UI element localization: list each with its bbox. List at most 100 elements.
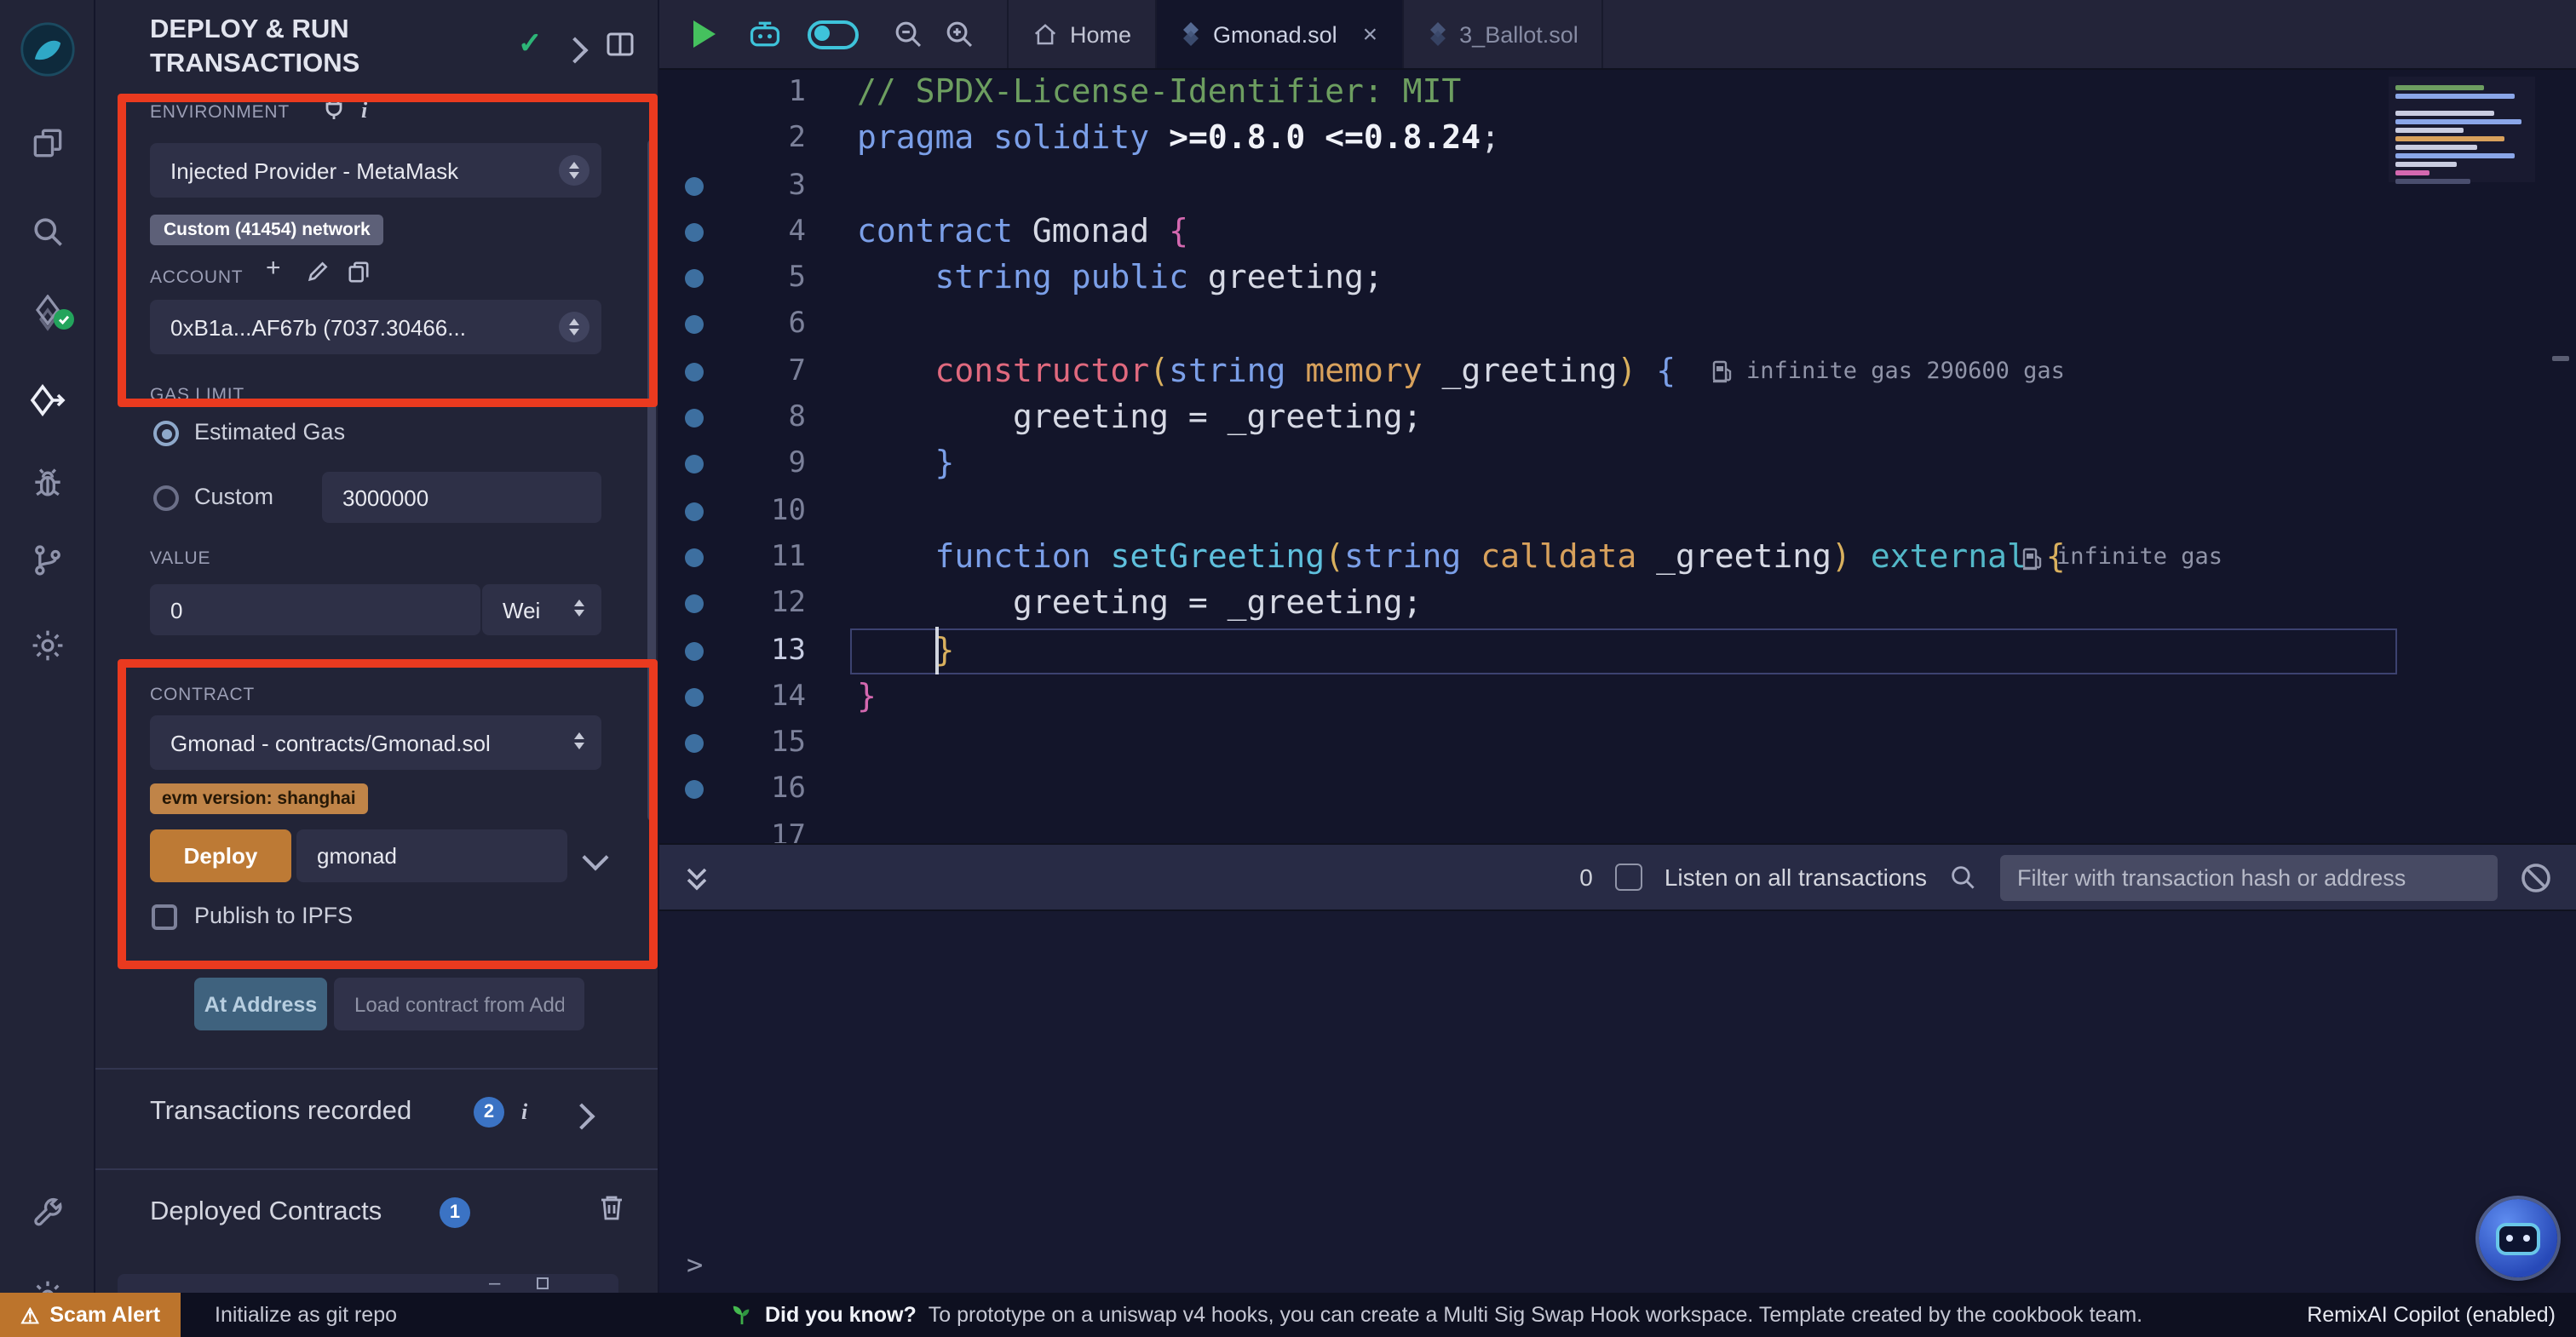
zoom-out-icon[interactable]: [893, 18, 925, 50]
estimated-gas-radio[interactable]: [153, 421, 179, 446]
account-stepper-icon[interactable]: [559, 312, 589, 342]
code-lines: 1// SPDX-License-Identifier: MIT2pragma …: [659, 70, 2576, 843]
panel-scrollbar[interactable]: [647, 140, 656, 821]
gutter-dot-icon: [685, 688, 704, 707]
account-label: ACCOUNT: [150, 267, 243, 288]
listen-all-label: Listen on all transactions: [1665, 864, 1927, 891]
line-number: 7: [721, 349, 806, 396]
file-explorer-icon[interactable]: [0, 124, 94, 162]
build-icon[interactable]: [0, 1194, 94, 1231]
minimize-icon[interactable]: –: [489, 1276, 500, 1291]
transactions-expand-chevron-icon[interactable]: [572, 1104, 591, 1134]
scam-alert-button[interactable]: ⚠ Scam Alert: [0, 1293, 181, 1337]
code-line-3: 3: [659, 163, 2576, 209]
listen-all-checkbox[interactable]: [1615, 864, 1642, 891]
line-number: 1: [721, 70, 806, 117]
code-line-4: 4contract Gmonad {: [659, 209, 2576, 256]
code-text: greeting = _greeting;: [857, 399, 1422, 436]
publish-ipfs-label: Publish to IPFS: [194, 903, 353, 928]
copilot-toggle[interactable]: [808, 20, 859, 49]
tab-gmonad-label: Gmonad.sol: [1213, 21, 1337, 47]
transactions-info-icon[interactable]: i: [521, 1099, 527, 1126]
environment-label: ENVIRONMENT: [150, 102, 290, 123]
publish-ipfs-checkbox[interactable]: [152, 904, 177, 930]
edit-account-icon[interactable]: [307, 261, 329, 291]
expand-icon[interactable]: [537, 1277, 549, 1289]
compile-success-check-icon: [53, 308, 75, 339]
code-line-9: 9 }: [659, 442, 2576, 489]
deploy-expand-chevron-icon[interactable]: [586, 845, 605, 875]
deploy-button[interactable]: Deploy: [150, 829, 291, 882]
value-unit-select[interactable]: Wei: [482, 584, 601, 635]
code-text: function setGreeting(string calldata _gr…: [857, 538, 2066, 576]
init-git-repo-button[interactable]: Initialize as git repo: [215, 1293, 397, 1337]
minimap[interactable]: [2389, 77, 2535, 182]
code-line-2: 2pragma solidity >=0.8.0 <=0.8.24;: [659, 117, 2576, 164]
editor-scrollbar[interactable]: [2552, 356, 2569, 361]
constructor-arg-input[interactable]: [296, 829, 567, 882]
deployed-contract-card-partial[interactable]: –: [118, 1274, 618, 1293]
deploy-and-run-icon[interactable]: [0, 382, 94, 422]
plug-icon[interactable]: [324, 97, 344, 129]
gas-pump-icon: [2022, 546, 2044, 570]
trash-icon[interactable]: [600, 1194, 624, 1230]
plugin-manager-icon[interactable]: [0, 627, 94, 664]
terminal-search-icon[interactable]: [1949, 863, 1978, 892]
terminal-output[interactable]: >: [659, 911, 2576, 1293]
tab-ballot[interactable]: 3_Ballot.sol: [1403, 0, 1604, 68]
home-icon: [1032, 21, 1058, 47]
copilot-status[interactable]: RemixAI Copilot (enabled): [2307, 1293, 2556, 1337]
solidity-file-icon: [1181, 22, 1201, 46]
deployed-count-badge: 1: [440, 1197, 470, 1228]
contract-select[interactable]: Gmonad - contracts/Gmonad.sol: [150, 715, 601, 770]
ai-robot-icon[interactable]: [746, 17, 784, 51]
panel-collapse-chevron-icon[interactable]: [566, 37, 584, 68]
add-account-icon[interactable]: +: [266, 254, 281, 283]
gutter-dot-icon: [685, 734, 704, 753]
gas-estimate-annotation: infinite gas 290600 gas: [1712, 349, 2065, 396]
value-unit-arrows-icon[interactable]: [574, 600, 584, 617]
tab-home-label: Home: [1070, 21, 1131, 47]
code-editor[interactable]: 1// SPDX-License-Identifier: MIT2pragma …: [659, 70, 2576, 843]
search-icon[interactable]: [0, 213, 94, 250]
scam-alert-label: Scam Alert: [49, 1303, 160, 1327]
custom-gas-radio[interactable]: [153, 485, 179, 511]
zoom-in-icon[interactable]: [944, 18, 976, 50]
git-icon[interactable]: [0, 542, 94, 579]
custom-gas-input[interactable]: [322, 472, 601, 523]
environment-info-icon[interactable]: i: [361, 97, 367, 124]
divider: [95, 1168, 658, 1170]
line-number: 9: [721, 442, 806, 489]
remix-logo[interactable]: [0, 20, 94, 78]
value-input[interactable]: [150, 584, 480, 635]
environment-select[interactable]: Injected Provider - MetaMask: [150, 143, 601, 198]
code-text: }: [857, 678, 877, 715]
gutter-dot-icon: [685, 316, 704, 335]
code-line-7: 7 constructor(string memory _greeting) {…: [659, 349, 2576, 396]
contract-arrows-icon[interactable]: [574, 732, 584, 749]
environment-stepper-icon[interactable]: [559, 155, 589, 186]
run-script-icon[interactable]: [693, 20, 716, 48]
solidity-compiler-icon[interactable]: [0, 295, 94, 332]
at-address-input[interactable]: [334, 978, 584, 1030]
transactions-count-badge: 2: [474, 1097, 504, 1128]
debugger-icon[interactable]: [0, 465, 94, 502]
close-tab-icon[interactable]: ×: [1363, 21, 1378, 47]
remixai-assistant-button[interactable]: [2479, 1199, 2557, 1277]
panel-layout-icon[interactable]: [607, 32, 634, 65]
transaction-filter-input[interactable]: [2000, 854, 2498, 900]
terminal-collapse-icon[interactable]: [683, 863, 710, 892]
sprout-icon: [731, 1303, 753, 1327]
tab-home[interactable]: Home: [1007, 0, 1157, 68]
gutter-dot-icon: [685, 595, 704, 614]
clear-console-icon[interactable]: [2520, 861, 2552, 893]
code-line-14: 14}: [659, 674, 2576, 721]
tab-gmonad[interactable]: Gmonad.sol ×: [1157, 0, 1403, 68]
line-number: 16: [721, 767, 806, 814]
account-select[interactable]: 0xB1a...AF67b (7037.30466...: [150, 300, 601, 354]
code-line-16: 16: [659, 767, 2576, 814]
gas-estimate-annotation: infinite gas: [2022, 535, 2222, 582]
code-line-8: 8 greeting = _greeting;: [659, 395, 2576, 442]
at-address-button[interactable]: At Address: [194, 978, 327, 1030]
copy-account-icon[interactable]: [348, 261, 370, 291]
